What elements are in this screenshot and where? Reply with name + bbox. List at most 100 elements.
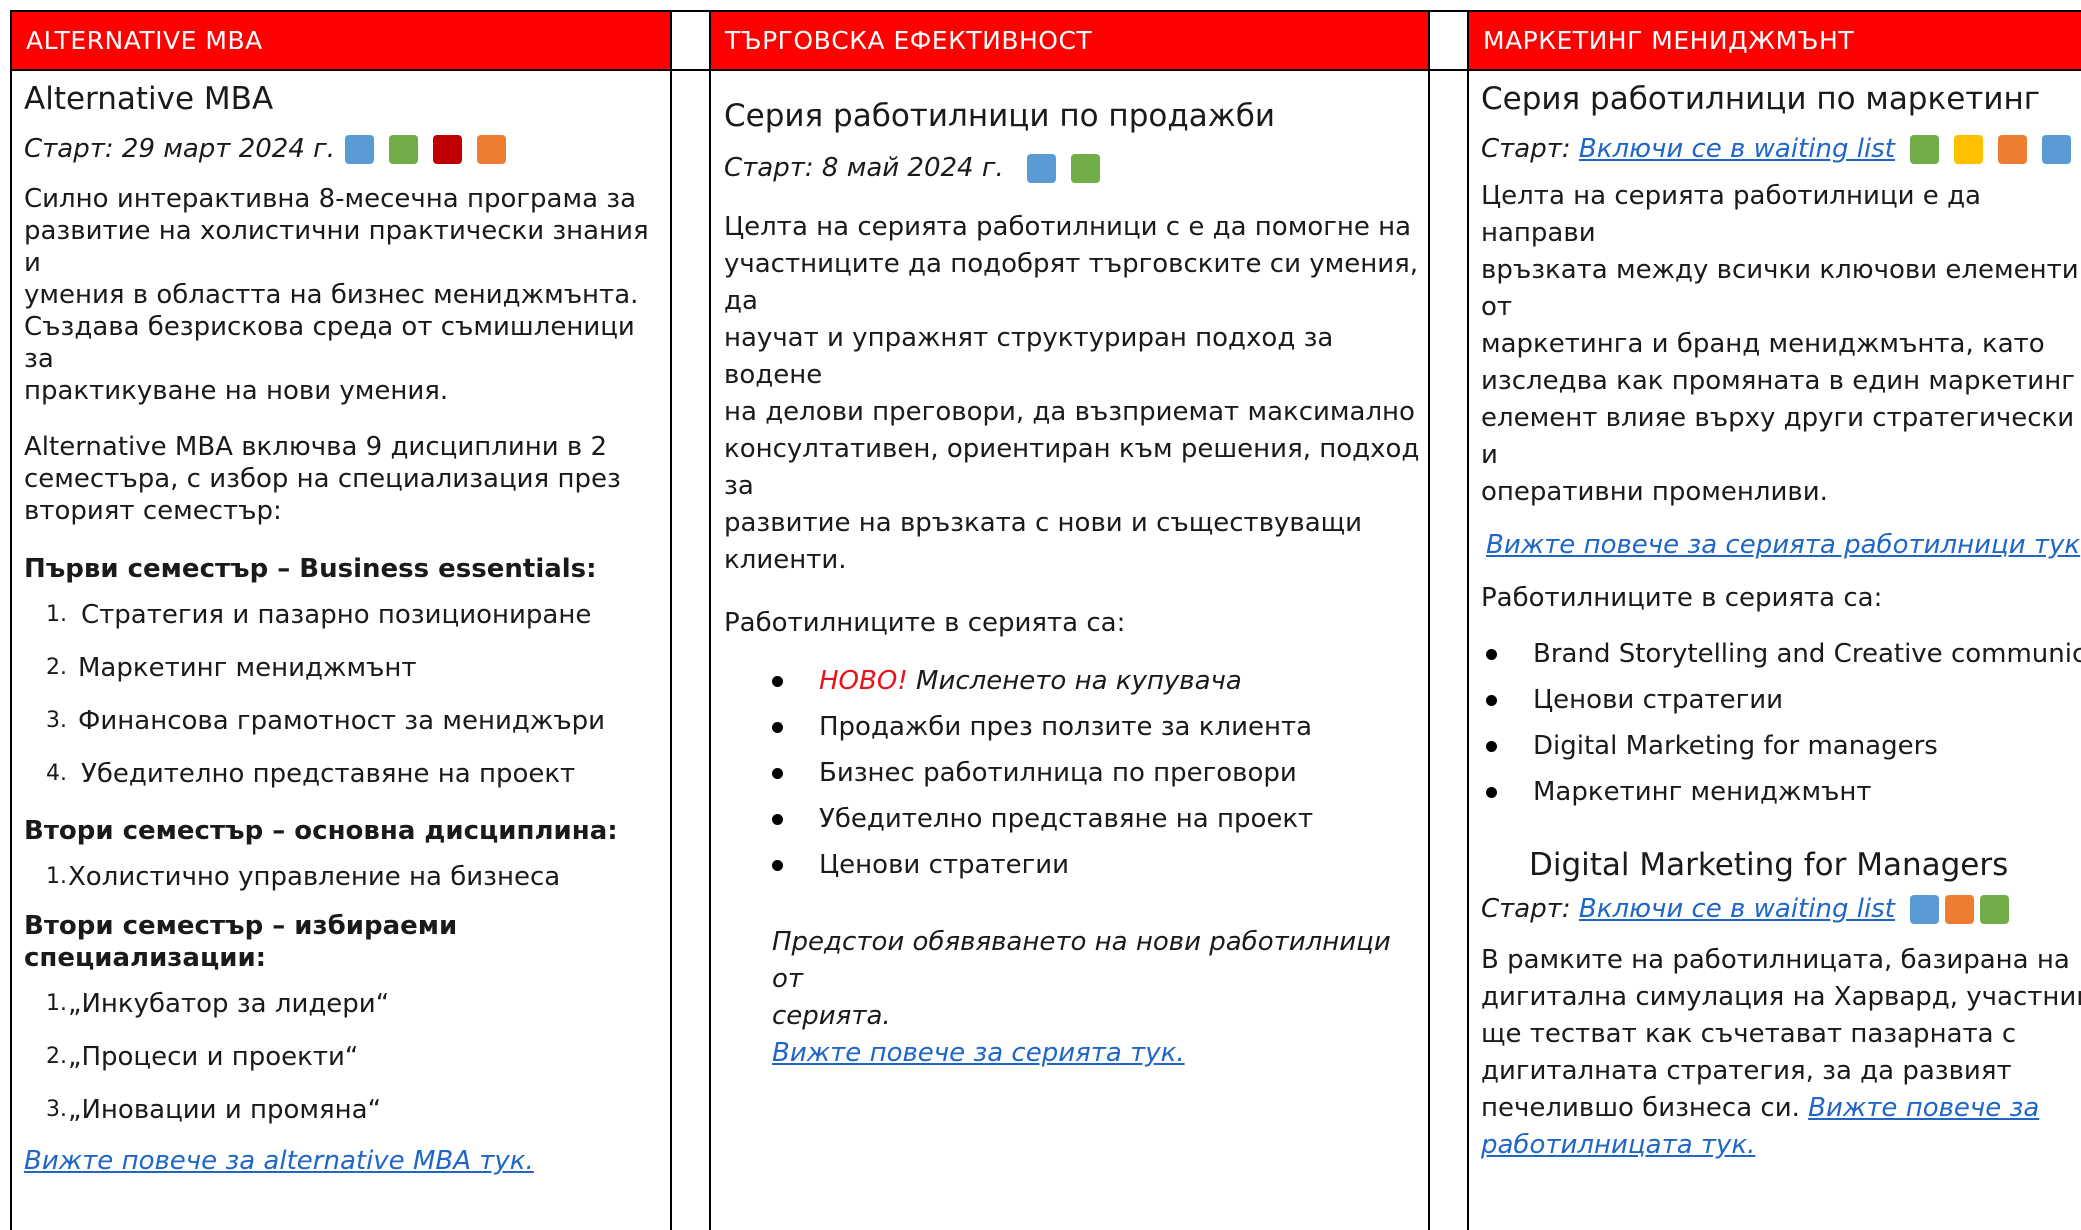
program-intro: Силно интерактивна 8-месечна програма за… <box>24 183 664 407</box>
workshop-title: Digital Marketing for Managers <box>1529 847 2009 883</box>
bullet-icon <box>772 767 783 779</box>
start-waiting-list-2: Старт: Включи се в waiting list <box>1481 891 2081 928</box>
waiting-list-link-2[interactable]: Включи се в waiting list <box>1579 891 1895 928</box>
list-item-text: „Процеси и проекти“ <box>68 1042 359 1072</box>
start-waiting-list: Старт: Включи се в waiting list <box>1481 131 2081 168</box>
list-item-text: „Иновации и промяна“ <box>68 1095 382 1125</box>
blue-square-icon <box>2041 135 2071 164</box>
series-intro: Целта на серията работилници е да направ… <box>1481 178 2081 511</box>
orange-square-icon <box>1944 895 1974 924</box>
list-item: 2. „Процеси и проекти“ <box>46 1041 664 1094</box>
list-number: 2. <box>46 655 67 680</box>
desc-line: дигитална симулация на Харвард, участниц… <box>1481 982 2081 1012</box>
program-structure: Alternative MBA включва 9 дисциплини в 2… <box>24 431 664 527</box>
intro-line: Целта на серията работилници е да направ… <box>1481 181 1981 248</box>
desc-line: печелившо бизнеса си. <box>1481 1093 1809 1123</box>
list-number: 1. <box>46 602 67 627</box>
list-item-text: Убедително представяне на проект <box>81 759 576 789</box>
intro-line: Силно интерактивна 8-месечна програма за <box>24 184 637 214</box>
semester2-electives-list: 1. „Инкубатор за лидери“ 2. „Процеси и про… <box>24 988 664 1147</box>
intro-line: консултативен, ориентиран към решения, п… <box>724 434 1420 501</box>
sales-series-link[interactable]: Вижте повече за серията тук. <box>772 1038 1185 1068</box>
list-item: 4. Убедително представяне на проект <box>46 758 664 811</box>
list-number: 3. <box>46 708 67 733</box>
intro-line: умения в областта на бизнес мениджмънта. <box>24 280 639 310</box>
workshop-link-continued[interactable]: работилницата тук. <box>1481 1130 1755 1160</box>
column-sales-workshops: Серия работилници по продажби Старт: 8 м… <box>724 60 1424 1072</box>
orange-square-icon <box>1997 135 2027 164</box>
bullet-icon <box>772 859 783 871</box>
start-label: Старт: <box>1481 894 1571 924</box>
series-title: Серия работилници по продажби <box>724 98 1275 134</box>
col-border-5 <box>1467 10 1469 1230</box>
note-line: Предстои обявяването на нови работилници… <box>772 927 1391 994</box>
list-heading: Работилниците в серията са: <box>724 608 1126 638</box>
bullet-icon <box>772 675 783 687</box>
list-item: Digital Marketing for managers <box>1486 723 2081 769</box>
semester1-list: 1. Стратегия и пазарно позициониране 2. Ма… <box>24 599 664 811</box>
workshop-list: НОВО! Мисленето на купувача Продажби пре… <box>724 658 1424 888</box>
list-item-text: Стратегия и пазарно позициониране <box>81 600 592 630</box>
semester2-list: 1. Холистично управление на бизнеса <box>24 861 664 902</box>
list-item: НОВО! Мисленето на купувача <box>772 658 1424 704</box>
green-square-icon <box>1909 135 1939 164</box>
list-number: 1. <box>46 864 67 889</box>
list-item: Маркетинг мениджмънт <box>1486 769 2081 815</box>
intro-line: практикуване на нови умения. <box>24 376 449 406</box>
structure-line: семестъра, с избор на специализация през <box>24 464 621 494</box>
alternative-mba-link[interactable]: Вижте повече за alternative MBA тук. <box>24 1146 534 1176</box>
col-border-2 <box>670 10 672 1230</box>
list-item-text: „Инкубатор за лидери“ <box>68 989 390 1019</box>
intro-line: участниците да подобрят търговските си у… <box>724 249 1419 316</box>
intro-line: клиенти. <box>724 545 847 575</box>
list-item-text: Холистично управление на бизнеса <box>68 862 561 892</box>
upcoming-note: Предстои обявяването на нови работилници… <box>724 924 1424 1072</box>
red-square-icon <box>433 134 463 164</box>
list-item-text: Мисленето на купувача <box>916 666 1242 696</box>
column-alternative-mba: Alternative MBA Старт: 29 март 2024 г. С… <box>24 60 664 1177</box>
list-number: 4. <box>46 761 67 786</box>
list-item-text: Ценови стратегии <box>819 850 1070 880</box>
semester2-electives-heading: Втори семестър – избираеми специализации… <box>24 911 458 973</box>
list-item: Ценови стратегии <box>772 842 1424 888</box>
green-square-icon <box>1979 895 2009 924</box>
list-item: 3. „Иновации и промяна“ <box>46 1094 664 1147</box>
workshop-description: В рамките на работилницата, базирана на … <box>1481 942 2081 1164</box>
blue-square-icon <box>345 134 375 164</box>
bullet-icon <box>772 813 783 825</box>
list-number: 1. <box>46 991 67 1016</box>
list-item-text: Убедително представяне на проект <box>819 804 1314 834</box>
marketing-series-link[interactable]: Вижте повече за серията работилници тук <box>1486 530 2080 560</box>
intro-line: Създава безрискова среда от съмишленици … <box>24 312 635 374</box>
orange-square-icon <box>477 134 507 164</box>
bullet-icon <box>1486 740 1497 752</box>
bullet-icon <box>1486 694 1497 706</box>
intro-line: развитие на връзката с нови и съществува… <box>724 508 1363 538</box>
semester1-heading: Първи семестър – Business essentials: <box>24 554 597 584</box>
start-date: Старт: 29 март 2024 г. <box>24 133 664 165</box>
list-item-text: Маркетинг мениджмънт <box>1533 777 1872 807</box>
intro-line: развитие на холистични практически знани… <box>24 216 649 278</box>
workshop-link[interactable]: Вижте повече за <box>1808 1093 2039 1123</box>
column-marketing-workshops: Серия работилници по маркетинг Старт: Вк… <box>1481 60 2081 1164</box>
desc-line: ще тестват как съчетават пазарната с <box>1481 1019 2017 1049</box>
structure-line: вторият семестър: <box>24 496 282 526</box>
start-label: Старт: 8 май 2024 г. <box>724 153 1004 183</box>
bullet-icon <box>772 721 783 733</box>
list-item-text: Digital Marketing for managers <box>1533 731 1938 761</box>
green-square-icon <box>389 134 419 164</box>
intro-line: елемент влияе върху други стратегически … <box>1481 403 2075 470</box>
structure-line: Alternative MBA включва 9 дисциплини в 2 <box>24 432 608 462</box>
blue-square-icon <box>1026 154 1056 183</box>
yellow-square-icon <box>1953 135 1983 164</box>
list-item: Ценови стратегии <box>1486 677 2081 723</box>
list-number: 2. <box>46 1044 67 1069</box>
list-item: 1. Стратегия и пазарно позициониране <box>46 599 664 652</box>
waiting-list-link[interactable]: Включи се в waiting list <box>1579 131 1895 168</box>
intro-line: оперативни променливи. <box>1481 477 1828 507</box>
intro-line: изследва как промяната в един маркетинг <box>1481 366 2075 396</box>
desc-line: дигиталната стратегия, за да развият <box>1481 1056 2012 1086</box>
new-badge: НОВО! <box>819 666 908 696</box>
intro-line: маркетинга и бранд мениджмънта, като <box>1481 329 2045 359</box>
list-number: 3. <box>46 1097 67 1122</box>
